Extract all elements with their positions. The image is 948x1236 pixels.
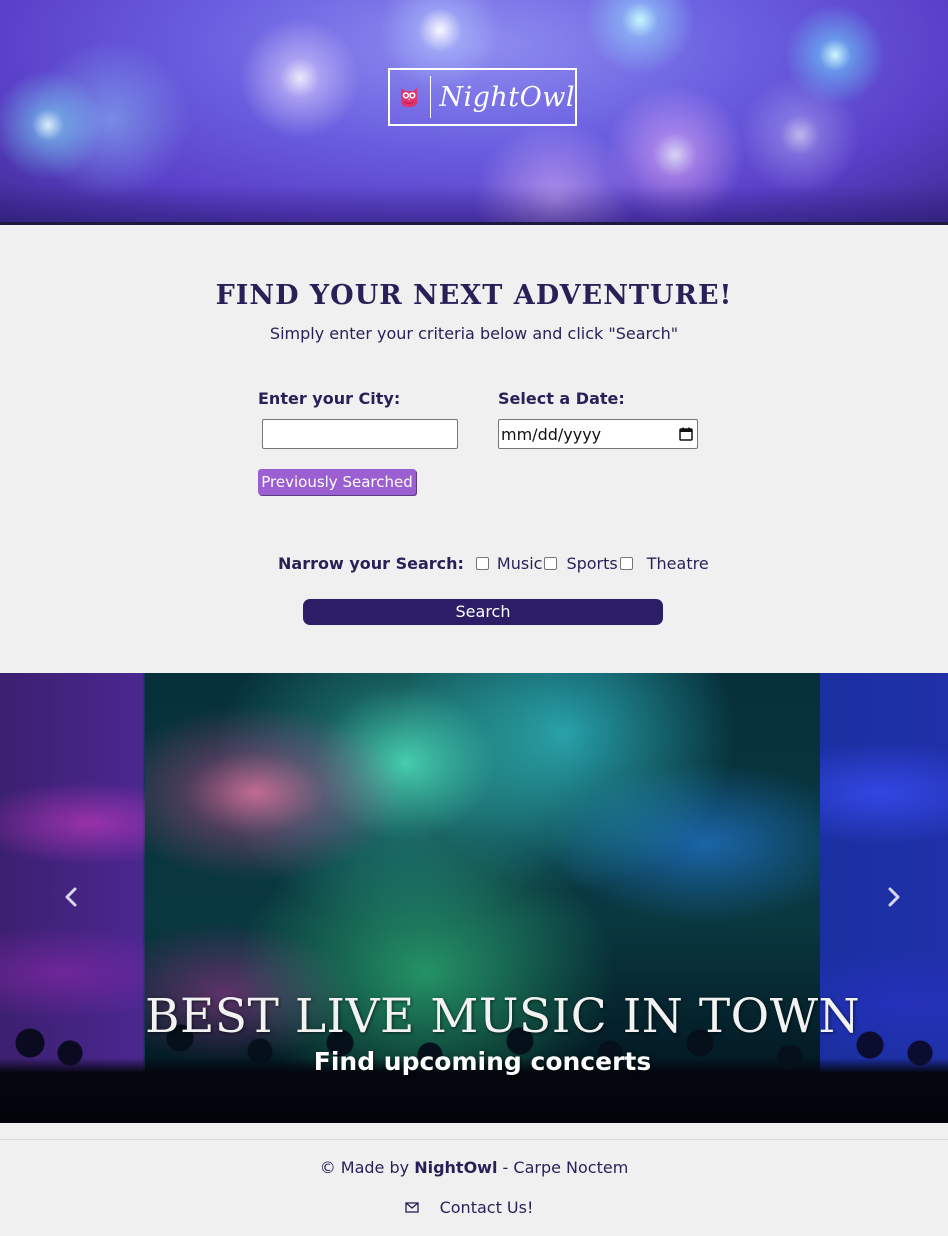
sports-checkbox-label[interactable]: Sports (566, 554, 617, 573)
date-placeholder: mm/dd/yyyy (501, 424, 602, 444)
carousel-title: BEST LIVE MUSIC IN TOWN (145, 989, 861, 1044)
narrow-search-row: Narrow your Search: Music Sports Theatre (278, 553, 709, 573)
theatre-checkbox[interactable] (619, 556, 633, 570)
footer-divider (0, 1139, 948, 1140)
theatre-checkbox-label[interactable]: Theatre (647, 554, 709, 573)
nightowl-logo[interactable]: NightOwl (388, 68, 577, 126)
hero-divider (0, 222, 948, 225)
music-checkbox-label[interactable]: Music (497, 554, 543, 573)
narrow-search-label: Narrow your Search: (278, 553, 464, 573)
contact-link-label[interactable]: Contact Us! (440, 1198, 534, 1217)
carousel-caption: Find upcoming concerts (313, 1047, 652, 1076)
page-subtitle: Simply enter your criteria below and cli… (269, 324, 679, 343)
footer-brand: NightOwl (414, 1158, 498, 1177)
search-button[interactable]: Search (303, 599, 663, 625)
carousel: BEST LIVE MUSIC IN TOWN Find upcoming co… (0, 673, 948, 1123)
date-input[interactable]: mm/dd/yyyy (498, 419, 698, 449)
city-label: Enter your City: (258, 389, 401, 408)
owl-icon (401, 87, 418, 108)
contact-link[interactable]: Contact Us! (0, 1198, 948, 1217)
page-title: FIND YOUR NEXT ADVENTURE! (215, 280, 733, 311)
mail-icon (404, 1202, 419, 1213)
calendar-icon[interactable] (679, 427, 693, 441)
date-label: Select a Date: (498, 389, 625, 408)
previously-searched-button[interactable]: Previously Searched (258, 469, 416, 495)
music-checkbox[interactable] (475, 556, 489, 570)
chevron-right-icon[interactable] (881, 885, 905, 909)
city-input[interactable] (262, 419, 458, 449)
sports-checkbox[interactable] (544, 556, 558, 570)
hero-banner: NightOwl (0, 0, 948, 225)
logo-divider (430, 76, 432, 118)
footer-credit: © Made by NightOwl - Carpe Noctem (0, 1158, 948, 1177)
footer-credit-suffix: - Carpe Noctem (502, 1158, 629, 1177)
logo-text: NightOwl (439, 81, 575, 113)
footer-credit-prefix: © Made by (319, 1158, 410, 1177)
chevron-left-icon[interactable] (60, 885, 84, 909)
